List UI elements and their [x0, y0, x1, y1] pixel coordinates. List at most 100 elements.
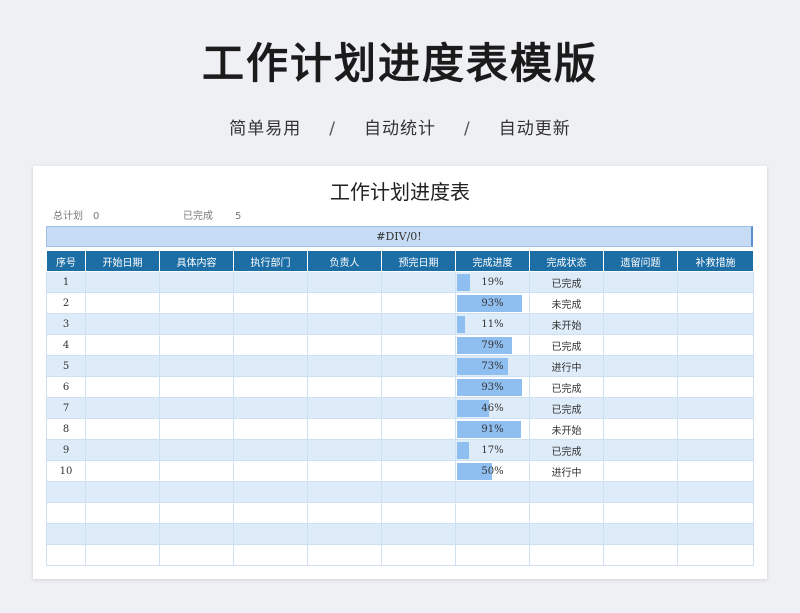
cell-no[interactable]: 8	[46, 418, 86, 440]
cell-remedy[interactable]	[677, 334, 754, 356]
cell-status[interactable]: 已完成	[529, 271, 604, 293]
cell-status[interactable]: 未开始	[529, 313, 604, 335]
cell-no[interactable]: 3	[46, 313, 86, 335]
cell-content[interactable]	[159, 544, 234, 566]
cell-start-date[interactable]	[85, 334, 160, 356]
cell-due-date[interactable]	[381, 481, 456, 503]
cell-due-date[interactable]	[381, 523, 456, 545]
cell-status[interactable]: 进行中	[529, 460, 604, 482]
cell-status[interactable]	[529, 502, 604, 524]
cell-department[interactable]	[233, 502, 308, 524]
cell-department[interactable]	[233, 418, 308, 440]
cell-no[interactable]: 9	[46, 439, 86, 461]
cell-no[interactable]: 5	[46, 355, 86, 377]
cell-due-date[interactable]	[381, 271, 456, 293]
cell-start-date[interactable]	[85, 544, 160, 566]
col-header-due-date[interactable]: 预完日期	[381, 250, 456, 272]
col-header-issues[interactable]: 遗留问题	[603, 250, 678, 272]
cell-owner[interactable]	[307, 481, 382, 503]
cell-department[interactable]	[233, 544, 308, 566]
col-header-department[interactable]: 执行部门	[233, 250, 308, 272]
col-header-progress[interactable]: 完成进度	[455, 250, 530, 272]
cell-content[interactable]	[159, 313, 234, 335]
cell-department[interactable]	[233, 439, 308, 461]
cell-progress[interactable]: 46%	[455, 397, 530, 419]
cell-progress[interactable]	[455, 544, 530, 566]
col-header-content[interactable]: 具体内容	[159, 250, 234, 272]
cell-issues[interactable]	[603, 271, 678, 293]
cell-progress[interactable]: 73%	[455, 355, 530, 377]
cell-due-date[interactable]	[381, 292, 456, 314]
cell-due-date[interactable]	[381, 544, 456, 566]
cell-department[interactable]	[233, 313, 308, 335]
cell-content[interactable]	[159, 334, 234, 356]
col-header-status[interactable]: 完成状态	[529, 250, 604, 272]
cell-no[interactable]	[46, 502, 86, 524]
cell-owner[interactable]	[307, 397, 382, 419]
cell-progress[interactable]: 91%	[455, 418, 530, 440]
cell-department[interactable]	[233, 376, 308, 398]
cell-owner[interactable]	[307, 460, 382, 482]
cell-no[interactable]: 1	[46, 271, 86, 293]
cell-start-date[interactable]	[85, 271, 160, 293]
cell-due-date[interactable]	[381, 334, 456, 356]
cell-progress[interactable]: 19%	[455, 271, 530, 293]
cell-start-date[interactable]	[85, 439, 160, 461]
cell-progress[interactable]: 93%	[455, 292, 530, 314]
cell-status[interactable]: 已完成	[529, 397, 604, 419]
cell-issues[interactable]	[603, 355, 678, 377]
cell-remedy[interactable]	[677, 376, 754, 398]
cell-status[interactable]: 未完成	[529, 292, 604, 314]
cell-start-date[interactable]	[85, 292, 160, 314]
cell-start-date[interactable]	[85, 355, 160, 377]
cell-owner[interactable]	[307, 439, 382, 461]
cell-issues[interactable]	[603, 376, 678, 398]
cell-no[interactable]: 7	[46, 397, 86, 419]
cell-due-date[interactable]	[381, 313, 456, 335]
cell-due-date[interactable]	[381, 460, 456, 482]
col-header-start-date[interactable]: 开始日期	[85, 250, 160, 272]
cell-issues[interactable]	[603, 397, 678, 419]
cell-owner[interactable]	[307, 334, 382, 356]
cell-content[interactable]	[159, 460, 234, 482]
cell-issues[interactable]	[603, 313, 678, 335]
cell-department[interactable]	[233, 271, 308, 293]
cell-remedy[interactable]	[677, 397, 754, 419]
cell-status[interactable]	[529, 523, 604, 545]
cell-content[interactable]	[159, 397, 234, 419]
cell-remedy[interactable]	[677, 271, 754, 293]
cell-status[interactable]: 已完成	[529, 376, 604, 398]
cell-issues[interactable]	[603, 544, 678, 566]
cell-progress[interactable]: 93%	[455, 376, 530, 398]
cell-content[interactable]	[159, 292, 234, 314]
cell-department[interactable]	[233, 460, 308, 482]
cell-issues[interactable]	[603, 418, 678, 440]
cell-remedy[interactable]	[677, 481, 754, 503]
cell-start-date[interactable]	[85, 376, 160, 398]
cell-progress[interactable]: 11%	[455, 313, 530, 335]
cell-no[interactable]: 2	[46, 292, 86, 314]
cell-start-date[interactable]	[85, 523, 160, 545]
cell-start-date[interactable]	[85, 397, 160, 419]
cell-due-date[interactable]	[381, 439, 456, 461]
cell-progress[interactable]: 79%	[455, 334, 530, 356]
cell-owner[interactable]	[307, 376, 382, 398]
col-header-owner[interactable]: 负责人	[307, 250, 382, 272]
cell-start-date[interactable]	[85, 502, 160, 524]
cell-remedy[interactable]	[677, 418, 754, 440]
cell-status[interactable]	[529, 481, 604, 503]
cell-due-date[interactable]	[381, 502, 456, 524]
cell-start-date[interactable]	[85, 481, 160, 503]
cell-no[interactable]	[46, 544, 86, 566]
cell-issues[interactable]	[603, 439, 678, 461]
cell-status[interactable]: 进行中	[529, 355, 604, 377]
cell-due-date[interactable]	[381, 376, 456, 398]
cell-department[interactable]	[233, 397, 308, 419]
cell-content[interactable]	[159, 271, 234, 293]
cell-no[interactable]: 6	[46, 376, 86, 398]
cell-remedy[interactable]	[677, 439, 754, 461]
cell-remedy[interactable]	[677, 313, 754, 335]
cell-no[interactable]	[46, 523, 86, 545]
cell-content[interactable]	[159, 481, 234, 503]
cell-no[interactable]: 4	[46, 334, 86, 356]
